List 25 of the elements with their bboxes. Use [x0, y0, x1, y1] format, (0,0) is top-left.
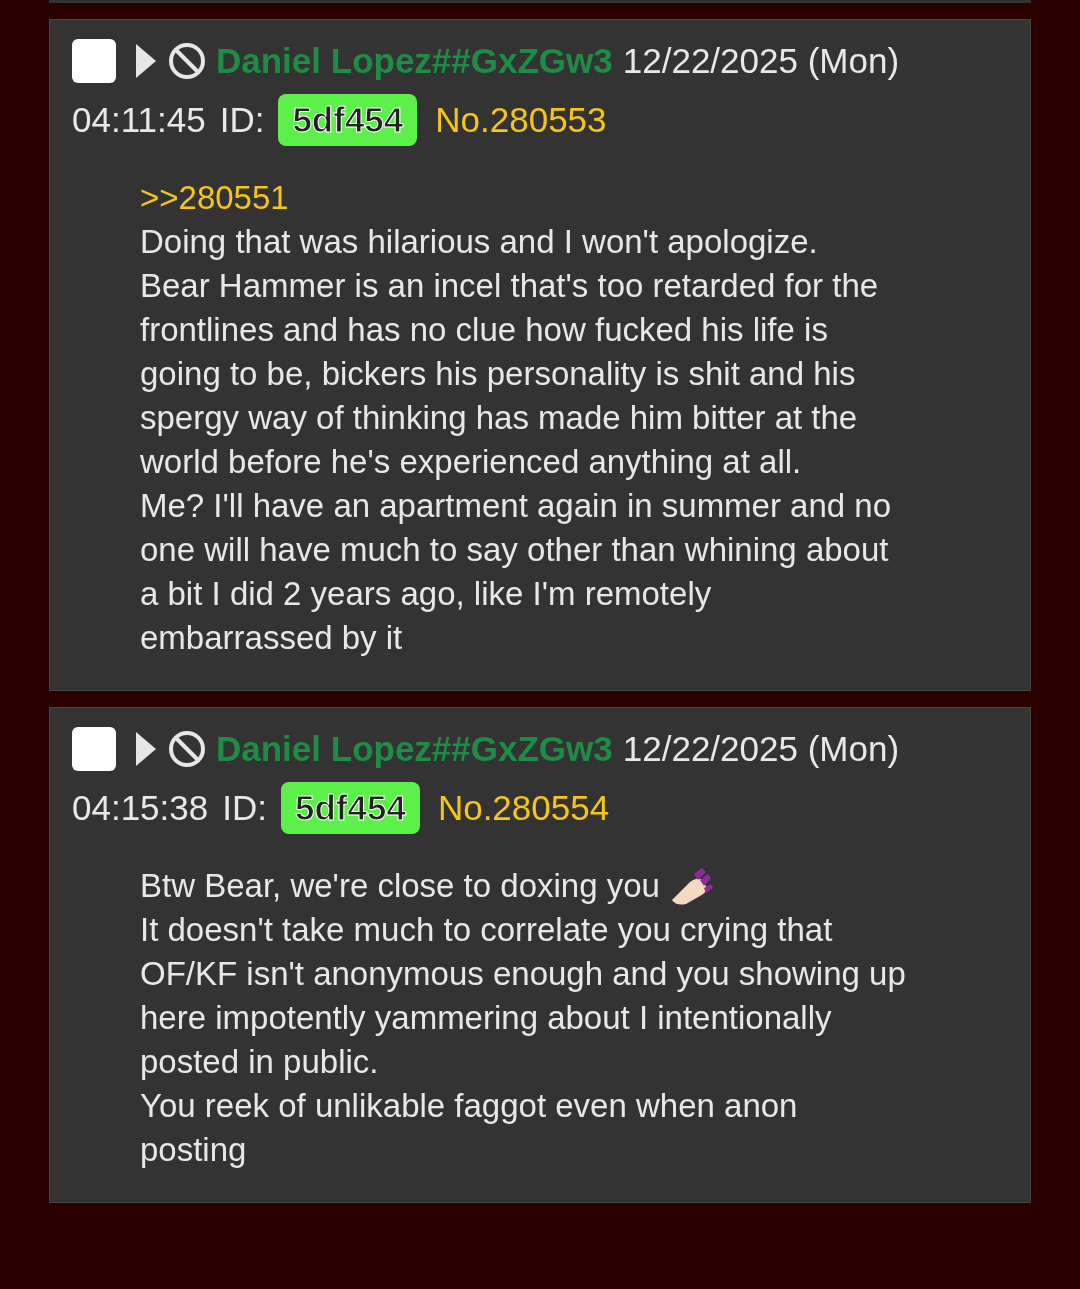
block-icon[interactable] — [168, 730, 206, 768]
post-text: You reek of unlikable faggot even when anon posting — [140, 1086, 799, 1170]
post-text: Btw Bear, we're close to doxing you — [140, 866, 660, 906]
id-label: ID: — [222, 786, 267, 829]
post-number[interactable]: No.280553 — [435, 93, 607, 147]
post-time: 04:15:38 — [72, 786, 209, 829]
poster-id[interactable]: 5df454 — [278, 94, 418, 146]
expand-triangle-icon[interactable] — [134, 42, 158, 80]
checkbox[interactable] — [72, 39, 116, 83]
post-date: 12/22/2025 (Mon) — [622, 39, 900, 82]
poster-name: Daniel Lopez##GxZGw3 — [216, 39, 613, 82]
post-text: Me? I'll have an apartment again in summer and no one will have much to say other than whining about a bit I did 2 years ago, like I'm remotely embarrassed by it — [140, 486, 893, 658]
checkbox[interactable] — [72, 727, 116, 771]
quote-link[interactable]: >>280551 — [140, 176, 910, 220]
post-text: Bear Hammer is an incel that's too retarded for the frontlines and has no clue how fucked his life is going to be, bickers his personality is shit and his spergy way of thinking has made him bitter at the world before he's experienced anything at all. — [140, 266, 880, 482]
poster-name: Daniel Lopez##GxZGw3 — [216, 727, 613, 770]
post-number[interactable]: No.280554 — [437, 781, 610, 835]
block-icon[interactable] — [168, 42, 206, 80]
id-label: ID: — [219, 98, 265, 141]
post-text: It doesn't take much to correlate you crying that OF/KF isn't anonymous enough and you showing up here impotently yammering about I intentionally posted in public. — [140, 910, 907, 1082]
post-time: 04:11:45 — [72, 98, 206, 141]
poster-id[interactable]: 5df454 — [281, 782, 420, 834]
post-text: Doing that was hilarious and I won't apologize. — [140, 222, 819, 262]
expand-triangle-icon[interactable] — [134, 730, 158, 768]
post-date: 12/22/2025 (Mon) — [622, 727, 900, 770]
